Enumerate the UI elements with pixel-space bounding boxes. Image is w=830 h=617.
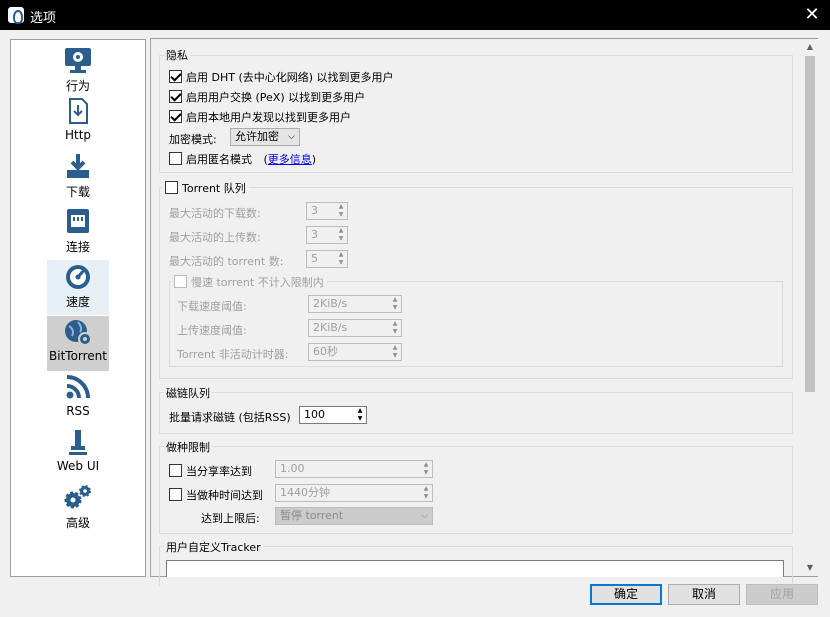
sidebar-item-label: BitTorrent: [49, 349, 107, 363]
checkbox-box[interactable]: [169, 70, 182, 83]
checkbox-box[interactable]: [169, 464, 182, 477]
more-info-link[interactable]: 更多信息: [268, 153, 312, 166]
globe-gear-icon: [65, 320, 92, 346]
download-tray-icon: [67, 154, 89, 178]
spin-arrows-icon[interactable]: ▲ ▼: [335, 227, 347, 243]
checkbox-box[interactable]: [169, 152, 182, 165]
sidebar-item-label: 下载: [65, 185, 90, 199]
dht-checkbox[interactable]: 启用 DHT (去中心化网络) 以找到更多用户: [169, 69, 394, 85]
max-torrents-spinbox[interactable]: 5 ▲ ▼: [306, 250, 348, 268]
gears-icon: [64, 485, 91, 509]
torrent-queue-checkbox[interactable]: Torrent 队列: [162, 180, 249, 196]
sidebar-item-label: 速度: [65, 295, 90, 309]
checkbox-box[interactable]: [169, 90, 182, 103]
sidebar-item-advanced[interactable]: 高级: [47, 481, 109, 536]
sidebar-item-bittorrent[interactable]: BitTorrent: [47, 316, 109, 371]
options-sidebar: 行为 Http 下载 连接 速度 BitTorrent RSS Web UI 高…: [10, 39, 146, 577]
spin-arrows-icon[interactable]: ▲ ▼: [335, 203, 347, 219]
cancel-button[interactable]: 取消: [668, 584, 740, 605]
checkbox-box[interactable]: [165, 181, 178, 194]
seeding-time-spinbox[interactable]: 1440分钟 ▲ ▼: [275, 484, 433, 502]
lsd-checkbox[interactable]: 启用本地用户发现以找到更多用户: [169, 109, 351, 125]
max-downloads-spinbox[interactable]: 3 ▲ ▼: [306, 202, 348, 220]
sidebar-item-speed[interactable]: 速度: [47, 260, 109, 315]
upload-threshold-label: 上传速度阈值:: [177, 324, 247, 337]
usb-plug-icon: [69, 430, 87, 455]
sidebar-item-rss[interactable]: RSS: [47, 371, 109, 426]
spin-arrows-icon[interactable]: ▲ ▼: [354, 407, 366, 423]
privacy-group-title: 隐私: [164, 47, 190, 63]
max-downloads-label: 最大活动的下载数:: [169, 207, 261, 220]
seeding-time-checkbox[interactable]: 当做种时间达到: [169, 487, 263, 503]
close-icon[interactable]: ✕: [800, 3, 824, 27]
inactivity-timer-spinbox[interactable]: 60秒 ▲ ▼: [308, 343, 402, 361]
checkbox-box[interactable]: [169, 110, 182, 123]
sidebar-item-connection[interactable]: 连接: [47, 205, 109, 260]
limit-action-label: 达到上限后:: [201, 512, 260, 525]
encryption-mode-select[interactable]: 允许加密 ⌵: [230, 128, 300, 146]
apply-button[interactable]: 应用: [746, 584, 818, 605]
sidebar-item-http[interactable]: Http: [47, 95, 109, 150]
window-title: 选项: [30, 11, 57, 26]
sidebar-item-label: RSS: [66, 404, 90, 418]
seeding-limits-title: 做种限制: [164, 439, 212, 455]
magnet-batch-label: 批量请求磁链 (包括RSS): [169, 411, 291, 424]
max-uploads-spinbox[interactable]: 3 ▲ ▼: [306, 226, 348, 244]
sidebar-item-label: 行为: [65, 79, 90, 93]
spin-arrows-icon[interactable]: ▲ ▼: [389, 344, 401, 360]
checkbox-box[interactable]: [174, 275, 187, 288]
ok-button[interactable]: 确定: [590, 584, 662, 605]
sidebar-item-label: Web UI: [56, 459, 100, 473]
sidebar-item-behavior[interactable]: 行为: [47, 44, 109, 99]
sidebar-item-webui[interactable]: Web UI: [47, 426, 109, 481]
content-scrollbar[interactable]: ▲ ▼: [802, 39, 818, 576]
spin-arrows-icon[interactable]: ▲ ▼: [335, 251, 347, 267]
sidebar-item-label: Http: [64, 128, 92, 142]
max-uploads-label: 最大活动的上传数:: [169, 231, 261, 244]
slow-torrents-checkbox[interactable]: 慢速 torrent 不计入限制内: [171, 274, 327, 290]
ratio-limit-checkbox[interactable]: 当分享率达到: [169, 463, 252, 479]
download-document-icon: [69, 98, 88, 124]
monitor-gear-icon: [65, 48, 91, 73]
download-threshold-spinbox[interactable]: 2KiB/s ▲ ▼: [308, 295, 402, 313]
custom-tracker-title: 用户自定义Tracker: [164, 539, 263, 555]
chevron-down-icon: ⌵: [421, 511, 428, 521]
max-torrents-label: 最大活动的 torrent 数:: [169, 255, 284, 268]
magnet-queue-title: 磁链队列: [164, 385, 212, 401]
inactivity-timer-label: Torrent 非活动计时器:: [177, 348, 289, 361]
title-bar: 选项 ✕: [0, 0, 830, 30]
sidebar-item-downloads[interactable]: 下载: [47, 150, 109, 205]
chevron-down-icon: ⌵: [288, 132, 295, 142]
app-logo-icon: [8, 7, 24, 24]
download-threshold-label: 下载速度阈值:: [177, 300, 247, 313]
ethernet-port-icon: [67, 209, 89, 233]
anonymous-mode-checkbox[interactable]: 启用匿名模式 (更多信息): [169, 151, 316, 167]
spin-arrows-icon[interactable]: ▲ ▼: [389, 320, 401, 336]
custom-tracker-textarea[interactable]: [166, 560, 784, 577]
scroll-up-icon[interactable]: ▲: [802, 39, 818, 55]
upload-threshold-spinbox[interactable]: 2KiB/s ▲ ▼: [308, 319, 402, 337]
sidebar-item-label: 高级: [65, 516, 90, 530]
scrollbar-thumb[interactable]: [805, 56, 815, 392]
scroll-down-icon[interactable]: ▼: [802, 560, 818, 576]
spin-arrows-icon[interactable]: ▲ ▼: [389, 296, 401, 312]
ratio-limit-spinbox[interactable]: 1.00 ▲ ▼: [275, 460, 433, 478]
sidebar-item-label: 连接: [65, 240, 90, 254]
spin-arrows-icon[interactable]: ▲ ▼: [420, 485, 432, 501]
rss-icon: [66, 375, 90, 399]
pex-checkbox[interactable]: 启用用户交换 (PeX) 以找到更多用户: [169, 89, 365, 105]
speedometer-icon: [66, 265, 90, 289]
checkbox-box[interactable]: [169, 488, 182, 501]
spin-arrows-icon[interactable]: ▲ ▼: [420, 461, 432, 477]
encryption-mode-label: 加密模式:: [169, 133, 217, 146]
magnet-batch-spinbox[interactable]: 100 ▲ ▼: [299, 406, 367, 424]
limit-action-select[interactable]: 暂停 torrent ⌵: [275, 507, 433, 525]
